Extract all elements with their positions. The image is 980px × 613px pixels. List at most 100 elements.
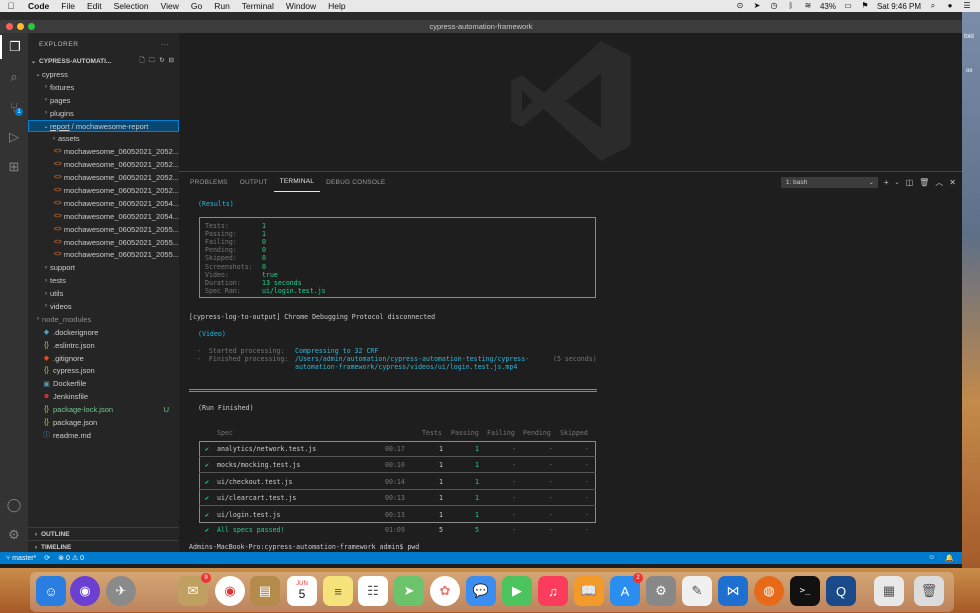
battery-percent[interactable]: 43% [820,2,836,11]
notes-icon[interactable]: ≡ [323,576,353,606]
flag-icon[interactable]: ⚑ [860,2,870,10]
tab-terminal[interactable]: TERMINAL [273,172,321,192]
music-icon[interactable]: ♫ [538,576,568,606]
tab-output[interactable]: OUTPUT [234,172,274,192]
tree-item[interactable]: ◆ .dockerignore [28,326,179,339]
notes-app-icon[interactable]: ▤ [250,576,280,606]
outline-section[interactable]: › OUTLINE [28,527,179,540]
photos-icon[interactable]: ✿ [430,576,460,606]
menu-view[interactable]: View [155,1,185,11]
bluetooth-icon[interactable]: ᛒ [786,2,796,10]
downloads-stack-icon[interactable]: ▦ [874,576,904,606]
explorer-icon[interactable]: ❐ [0,35,28,59]
tree-item[interactable]: › tests [28,274,179,287]
contacts-icon[interactable]: ✉ 9 [178,573,211,606]
terminal-dropdown-icon[interactable]: ⌄ [895,179,900,186]
tree-item[interactable]: ☻ Jenkinsfile [28,390,179,403]
tree-item[interactable]: <> mochawesome_06052021_2054... [28,197,179,210]
settings-gear-icon[interactable]: ⚙ [0,523,28,547]
clock-icon[interactable]: ◷ [769,2,779,10]
tree-item[interactable]: ⌄ cypress [28,68,179,81]
tree-item[interactable]: {} package.json [28,416,179,429]
vscode-icon[interactable]: ⋈ [718,576,748,606]
shell-prompt[interactable]: Admins-MacBook-Pro:cypress-automation-fr… [189,543,419,551]
new-terminal-icon[interactable]: + [884,178,889,187]
source-control-icon[interactable]: ⑂ 1 [0,95,28,119]
feedback-icon[interactable]: ☺ [928,554,935,562]
branch-status[interactable]: ⑂ master* [6,555,36,562]
apple-menu-icon[interactable]:  [0,1,22,11]
launchpad-icon[interactable]: ✈ [106,576,136,606]
location-icon[interactable]: ➤ [752,2,762,10]
user-avatar-icon[interactable]: ● [945,2,955,10]
menu-go[interactable]: Go [185,1,208,11]
quicktime-icon[interactable]: Q [826,576,856,606]
collapse-all-icon[interactable]: ⊟ [169,56,174,67]
tree-item[interactable]: <> mochawesome_06052021_2054... [28,210,179,223]
tree-item[interactable]: › pages [28,94,179,107]
tree-item[interactable]: › videos [28,300,179,313]
tree-item[interactable]: {} .eslintrc.json [28,339,179,352]
sync-icon[interactable]: ⟳ [44,554,50,562]
tree-item[interactable]: <> mochawesome_06052021_2052... [28,145,179,158]
tree-item[interactable]: › assets [28,132,179,145]
tree-item[interactable]: <> mochawesome_06052021_2052... [28,171,179,184]
new-folder-icon[interactable]: 🗀 [149,56,156,67]
textedit-icon[interactable]: ✎ [682,576,712,606]
tree-item[interactable]: › fixtures [28,81,179,94]
minimize-window-button[interactable] [17,23,24,30]
new-file-icon[interactable]: 🗋 [139,56,144,67]
screen-record-icon[interactable]: ⊙ [735,2,745,10]
terminal-selector[interactable]: 1: bash ⌄ [780,176,878,188]
control-center-icon[interactable]: ☰ [962,2,972,10]
run-debug-icon[interactable]: ▷ [0,125,28,149]
close-panel-icon[interactable]: ✕ [949,178,956,187]
tree-item[interactable]: <> mochawesome_06052021_2055... [28,248,179,261]
siri-icon[interactable]: ◉ [70,576,100,606]
tab-debug-console[interactable]: DEBUG CONSOLE [320,172,391,192]
tree-item[interactable]: ⓘ readme.md [28,429,179,442]
split-terminal-icon[interactable]: ◫ [906,178,914,187]
terminal-output[interactable]: (Results) Tests: 1 Passing: 1 Failing: 0 Pendi… [189,196,959,552]
menu-run[interactable]: Run [208,1,236,11]
spotlight-search-icon[interactable]: ⌕ [928,2,938,10]
tree-item[interactable]: ⌄ report / mochawesome-report [28,119,179,133]
tree-item[interactable]: › plugins [28,107,179,120]
maximize-panel-icon[interactable]: ︿ [935,177,943,188]
menu-window[interactable]: Window [280,1,322,11]
tree-item[interactable]: › support [28,261,179,274]
tree-item[interactable]: <> mochawesome_06052021_2052... [28,184,179,197]
menu-edit[interactable]: Edit [81,1,108,11]
menu-file[interactable]: File [55,1,81,11]
zoom-window-button[interactable] [28,23,35,30]
refresh-icon[interactable]: ↻ [159,56,164,67]
notifications-bell-icon[interactable]: 🔔 [945,554,954,562]
finder-icon[interactable]: ☺ [36,576,66,606]
maps-icon[interactable]: ➤ [394,576,424,606]
facetime-icon[interactable]: ▶ [502,576,532,606]
tree-item[interactable]: ▣ Dockerfile [28,377,179,390]
reminders-icon[interactable]: ☷ [358,576,388,606]
firefox-icon[interactable]: ◍ [754,576,784,606]
search-icon[interactable]: ⌕ [0,65,28,89]
editor-area[interactable] [179,33,962,171]
terminal-app-icon[interactable]: >_ [790,576,820,606]
close-window-button[interactable] [6,23,13,30]
wifi-icon[interactable]: ≋ [803,2,813,10]
tree-item[interactable]: <> mochawesome_06052021_2052... [28,158,179,171]
system-preferences-icon[interactable]: ⚙ [646,576,676,606]
menu-selection[interactable]: Selection [108,1,155,11]
chrome-icon[interactable]: ◉ [215,576,245,606]
tree-item[interactable]: ◆ .gitignore [28,352,179,365]
problems-status[interactable]: ⊗ 0 ⚠ 0 [58,554,84,562]
calendar-icon[interactable]: JUN 5 [287,576,317,606]
menubar-clock[interactable]: Sat 9:46 PM [877,2,921,11]
more-actions-icon[interactable]: ··· [161,41,179,48]
menu-terminal[interactable]: Terminal [236,1,280,11]
extensions-icon[interactable]: ⊞ [0,155,28,179]
tree-item[interactable]: <> mochawesome_06052021_2055... [28,236,179,249]
tree-item[interactable]: › utils [28,287,179,300]
tree-item[interactable]: › node_modules [28,313,179,326]
tree-item[interactable]: {} cypress.json [28,364,179,377]
tab-problems[interactable]: PROBLEMS [184,172,234,192]
